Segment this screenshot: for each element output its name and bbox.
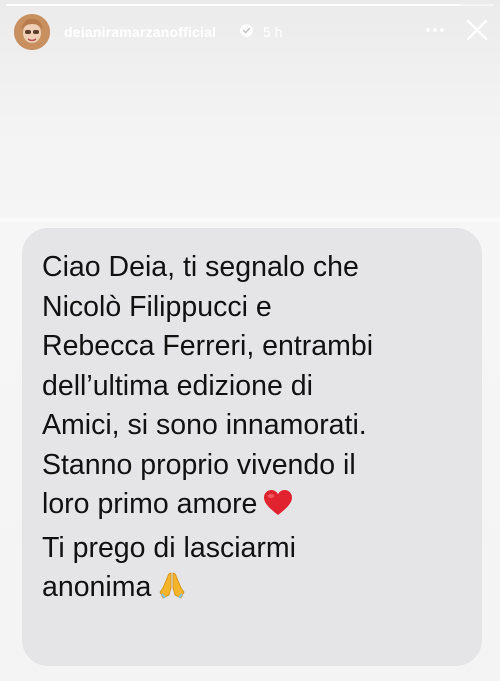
message-line: loro primo amore — [42, 488, 258, 520]
message-line: dell’ultima edizione di — [42, 369, 313, 402]
story-progress-bar — [6, 4, 494, 6]
folded-hands-icon — [157, 570, 187, 612]
message-line: Ciao Deia, ti segnalo che — [42, 251, 359, 283]
avatar[interactable] — [14, 14, 50, 50]
story-header: deianiramarzanofficial 5 h — [0, 12, 500, 56]
story-timestamp: 5 h — [263, 24, 283, 40]
story-progress-fill — [6, 4, 460, 6]
divider — [0, 218, 500, 222]
message-line: Rebecca Ferreri, entrambi — [42, 330, 374, 362]
more-options-icon[interactable] — [424, 22, 446, 38]
message-line: Ti prego di lasciarmi — [42, 531, 296, 564]
message-line: Nicolò Filippucci e — [42, 290, 272, 323]
message-line: anonima — [42, 571, 152, 603]
story-view[interactable]: deianiramarzanofficial 5 h Ciao Deia, ti… — [0, 0, 500, 681]
message-line: Amici, si sono innamorati. — [42, 409, 367, 441]
message-line-with-hands: anonima — [42, 568, 472, 612]
story-username[interactable]: deianiramarzanofficial — [64, 24, 216, 40]
message-text: Ciao Deia, ti segnalo che Nicolò Filippu… — [42, 248, 472, 612]
close-icon[interactable] — [465, 18, 489, 42]
message-bubble: Ciao Deia, ti segnalo che Nicolò Filippu… — [22, 228, 482, 666]
verified-badge-icon — [240, 24, 253, 37]
message-line-with-heart: loro primo amore — [42, 485, 472, 529]
message-line: Stanno proprio vivendo il — [42, 448, 356, 481]
red-heart-icon — [263, 489, 293, 529]
